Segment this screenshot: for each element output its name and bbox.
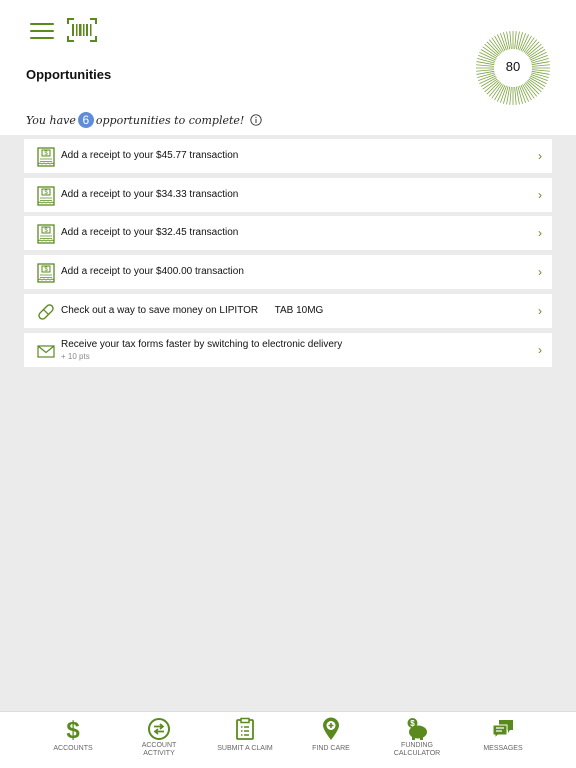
tab-find-care[interactable]: FIND CARE (288, 712, 374, 768)
opportunity-item-prescription-savings[interactable]: Check out a way to save money on LIPITOR… (24, 294, 552, 328)
receipt-icon: $ (37, 263, 55, 283)
points-label: + 10 pts (61, 352, 90, 361)
opportunity-item-receipt-1[interactable]: $ Add a receipt to your $45.77 transacti… (24, 139, 552, 173)
barcode-scan-icon[interactable] (66, 16, 98, 44)
receipt-icon: $ (37, 147, 55, 167)
opportunity-count-badge: 6 (77, 112, 94, 128)
bottom-tab-bar: $ ACCOUNTS ACCOUNT ACTIVITY SUBMIT A CLA… (0, 711, 576, 768)
chat-bubbles-icon (492, 720, 513, 740)
tab-accounts[interactable]: $ ACCOUNTS (30, 712, 116, 768)
receipt-icon: $ (37, 186, 55, 206)
location-pin-icon (323, 717, 339, 740)
tab-account-activity[interactable]: ACCOUNT ACTIVITY (116, 712, 202, 768)
opportunity-item-electronic-delivery[interactable]: Receive your tax forms faster by switchi… (24, 333, 552, 367)
tab-label: ACCOUNT ACTIVITY (141, 742, 177, 757)
transfer-icon (148, 718, 170, 740)
opportunity-text: Add a receipt to your $400.00 transactio… (61, 266, 244, 277)
envelope-icon (37, 345, 55, 358)
opportunities-summary: You have 6 opportunities to complete! (26, 112, 263, 128)
score-gauge: 80 (474, 30, 552, 106)
summary-prefix: You have (26, 113, 76, 127)
chevron-right-icon: › (538, 304, 542, 318)
opportunity-item-receipt-4[interactable]: $ Add a receipt to your $400.00 transact… (24, 255, 552, 289)
tab-submit-a-claim[interactable]: SUBMIT A CLAIM (202, 712, 288, 768)
score-value: 80 (505, 58, 521, 74)
summary-suffix: opportunities to complete! (95, 113, 245, 127)
info-icon[interactable] (250, 114, 263, 126)
opportunity-item-receipt-2[interactable]: $ Add a receipt to your $34.33 transacti… (24, 178, 552, 212)
svg-text:$: $ (66, 717, 80, 741)
header: Opportunities 80 You have 6 opportunitie… (0, 0, 576, 135)
svg-text:$: $ (410, 719, 415, 728)
opportunity-item-receipt-3[interactable]: $ Add a receipt to your $32.45 transacti… (24, 216, 552, 250)
piggy-bank-icon: $ (407, 718, 427, 740)
page-title: Opportunities (26, 67, 112, 82)
chevron-right-icon: › (538, 226, 542, 240)
tab-label: ACCOUNTS (53, 745, 93, 752)
tab-label: FIND CARE (312, 745, 350, 752)
dollar-icon: $ (66, 717, 80, 741)
chevron-right-icon: › (538, 265, 542, 279)
receipt-icon: $ (37, 224, 55, 244)
tab-messages[interactable]: MESSAGES (460, 712, 546, 768)
tab-label: SUBMIT A CLAIM (217, 745, 273, 752)
chevron-right-icon: › (538, 188, 542, 202)
tab-label: FUNDING CALCULATOR (393, 742, 441, 757)
opportunity-text: Add a receipt to your $45.77 transaction (61, 150, 239, 161)
tab-funding-calculator[interactable]: $ FUNDING CALCULATOR (374, 712, 460, 768)
tab-label: MESSAGES (483, 745, 523, 752)
opportunity-text: Check out a way to save money on LIPITOR… (61, 305, 324, 316)
chevron-right-icon: › (538, 343, 542, 357)
opportunity-text: Add a receipt to your $34.33 transaction (61, 189, 239, 200)
opportunity-text: Add a receipt to your $32.45 transaction (61, 227, 239, 238)
chevron-right-icon: › (538, 149, 542, 163)
clipboard-icon (236, 717, 254, 740)
pill-icon (38, 304, 54, 320)
opportunity-text: Receive your tax forms faster by switchi… (61, 339, 343, 350)
menu-icon[interactable] (30, 22, 54, 40)
